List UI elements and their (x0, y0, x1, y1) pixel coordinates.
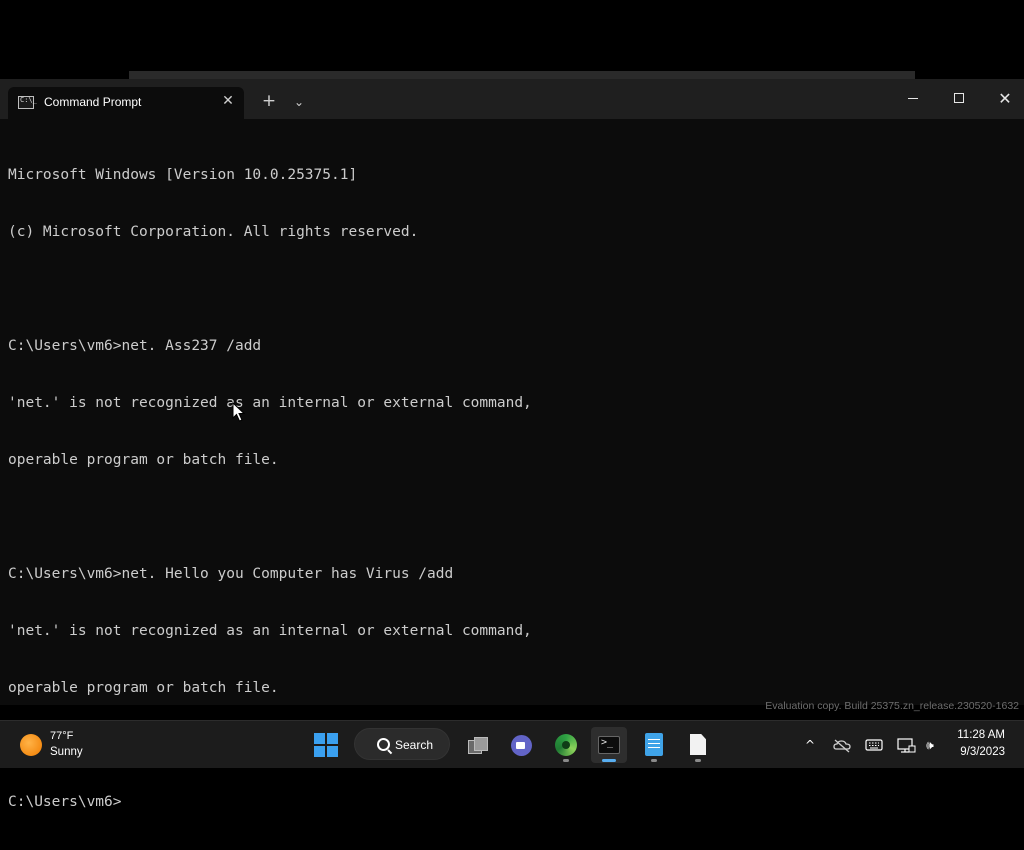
maximize-button[interactable] (936, 79, 982, 119)
network-icon[interactable] (896, 733, 916, 757)
console-line: 'net.' is not recognized as an internal … (8, 623, 532, 639)
terminal-taskbar-button[interactable] (591, 727, 627, 763)
clock-time[interactable]: 11:28 AM (957, 729, 1005, 741)
edge-icon (555, 734, 577, 756)
console-line: C:\Users\vm6>net. Hello you Computer has… (8, 566, 454, 582)
show-hidden-icons-chevron-icon[interactable]: ^ (800, 733, 820, 757)
keyboard-icon[interactable] (864, 733, 884, 757)
close-window-button[interactable]: ✕ (982, 79, 1024, 119)
windows-logo-quad (327, 733, 338, 744)
minimize-button[interactable] (890, 79, 936, 119)
search-label: Search (395, 738, 434, 752)
mouse-cursor-icon (232, 402, 246, 422)
tab-close-icon[interactable]: ✕ (218, 91, 238, 111)
console-prompt[interactable]: C:\Users\vm6> (8, 793, 1008, 812)
console-output[interactable]: Microsoft Windows [Version 10.0.25375.1]… (8, 128, 1008, 810)
tab-dropdown-chevron-icon[interactable]: ⌄ (288, 91, 310, 113)
windows-logo-icon (314, 733, 325, 744)
command-prompt-icon (18, 96, 37, 109)
teams-icon (511, 735, 532, 756)
background-window-edge (129, 71, 915, 79)
task-view-button[interactable] (460, 727, 496, 763)
title-bar[interactable]: Command Prompt ✕ + ⌄ ✕ (0, 79, 1024, 119)
sun-icon[interactable] (20, 734, 42, 756)
active-indicator (602, 759, 616, 762)
console-line: Microsoft Windows [Version 10.0.25375.1] (8, 167, 358, 183)
clock-date[interactable]: 9/3/2023 (960, 746, 1005, 758)
notepad-taskbar-button[interactable] (636, 727, 672, 763)
tab-title: Command Prompt (44, 95, 142, 109)
file-taskbar-button[interactable] (680, 727, 716, 763)
teams-chat-button[interactable] (503, 727, 539, 763)
terminal-window[interactable]: Command Prompt ✕ + ⌄ ✕ Microsoft Windows… (0, 79, 1024, 810)
console-line: C:\Users\vm6>net. Ass237 /add (8, 338, 262, 354)
task-view-pane (474, 737, 488, 751)
weather-temperature[interactable]: 77°F (50, 730, 73, 742)
running-indicator (695, 759, 701, 762)
notepad-icon (645, 733, 663, 756)
start-button[interactable] (314, 733, 338, 757)
edge-browser-button[interactable] (548, 727, 584, 763)
running-indicator (651, 759, 657, 762)
new-tab-button[interactable]: + (258, 91, 280, 113)
onedrive-offline-icon[interactable] (832, 733, 852, 757)
running-indicator (563, 759, 569, 762)
console-line: (c) Microsoft Corporation. All rights re… (8, 224, 419, 240)
tab-command-prompt[interactable]: Command Prompt ✕ (8, 87, 244, 119)
windows-logo-quad (327, 746, 338, 757)
weather-description[interactable]: Sunny (50, 746, 83, 758)
volume-icon[interactable]: 🕪 (920, 733, 940, 757)
console-line: 'net.' is not recognized as an internal … (8, 395, 532, 411)
document-icon (690, 734, 706, 755)
windows-logo-quad (314, 746, 325, 757)
evaluation-watermark: Evaluation copy. Build 25375.zn_release.… (765, 700, 1019, 712)
search-icon (377, 738, 390, 751)
console-line: operable program or batch file. (8, 452, 279, 468)
console-line: operable program or batch file. (8, 680, 279, 696)
taskbar: 77°F Sunny Search ^ (0, 720, 1024, 768)
terminal-icon (598, 736, 620, 754)
task-view-icon (468, 737, 488, 754)
taskbar-search-box[interactable]: Search (354, 728, 450, 760)
